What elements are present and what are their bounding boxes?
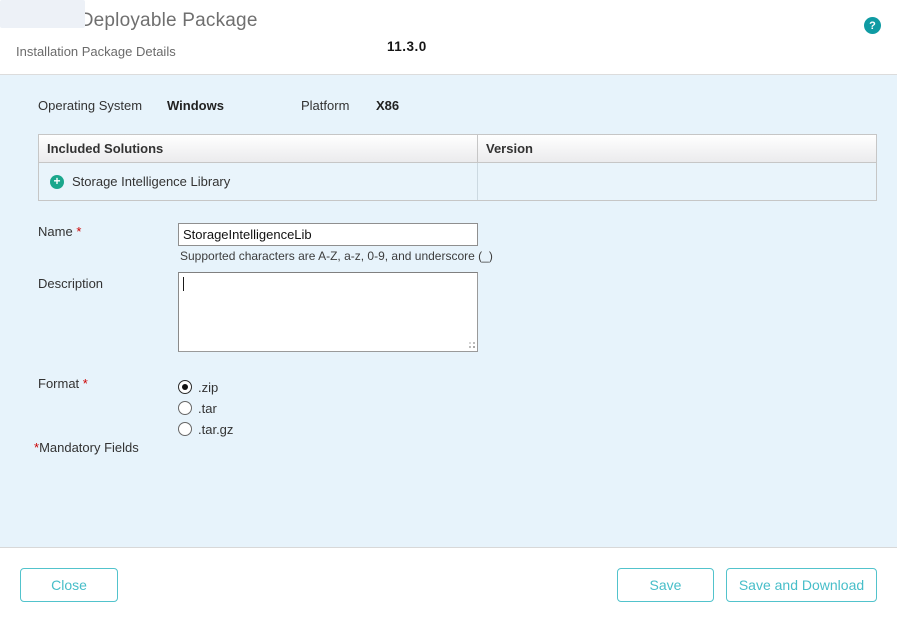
format-label-text: Format [38, 376, 79, 391]
mandatory-fields-note: *Mandatory Fields [34, 440, 139, 455]
expand-plus-icon[interactable]: + [50, 175, 64, 189]
solution-cell: + Storage Intelligence Library [39, 163, 478, 200]
name-help-text: Supported characters are A-Z, a-z, 0-9, … [180, 249, 493, 263]
operating-system-value: Windows [167, 98, 224, 113]
format-option-zip[interactable]: .zip [178, 378, 218, 396]
included-solutions-table: Included Solutions Version + Storage Int… [38, 134, 877, 201]
format-label: Format * [38, 376, 88, 391]
mandatory-fields-text: Mandatory Fields [39, 440, 139, 455]
radio-icon[interactable] [178, 401, 192, 415]
overlay-remnant [0, 0, 85, 28]
format-option-tar[interactable]: .tar [178, 399, 217, 417]
solution-name: Storage Intelligence Library [72, 174, 230, 189]
radio-icon[interactable] [178, 380, 192, 394]
description-input[interactable] [178, 272, 478, 352]
close-button[interactable]: Close [20, 568, 118, 602]
table-header-row: Included Solutions Version [39, 135, 876, 163]
column-header-included-solutions: Included Solutions [39, 135, 478, 162]
format-option-targz[interactable]: .tar.gz [178, 420, 233, 438]
table-row: + Storage Intelligence Library [39, 163, 876, 200]
format-option-label: .tar.gz [198, 422, 233, 437]
name-label: Name * [38, 224, 81, 239]
text-caret [183, 277, 184, 291]
dialog-header: Create Deployable Package Installation P… [0, 0, 897, 75]
version-cell [478, 163, 876, 200]
platform-label: Platform [301, 98, 349, 113]
format-option-label: .tar [198, 401, 217, 416]
platform-value: X86 [376, 98, 399, 113]
name-label-text: Name [38, 224, 73, 239]
description-field [178, 272, 478, 352]
page-subtitle: Installation Package Details [16, 44, 176, 59]
save-button[interactable]: Save [617, 568, 714, 602]
radio-icon[interactable] [178, 422, 192, 436]
resize-grip-icon[interactable] [465, 338, 475, 348]
required-asterisk: * [83, 376, 88, 391]
version-label: 11.3.0 [387, 39, 427, 54]
required-asterisk: * [76, 224, 81, 239]
description-label: Description [38, 276, 103, 291]
format-option-label: .zip [198, 380, 218, 395]
help-icon[interactable]: ? [864, 17, 881, 34]
column-header-version: Version [478, 135, 876, 162]
name-input[interactable] [178, 223, 478, 246]
save-and-download-button[interactable]: Save and Download [726, 568, 877, 602]
operating-system-label: Operating System [38, 98, 142, 113]
